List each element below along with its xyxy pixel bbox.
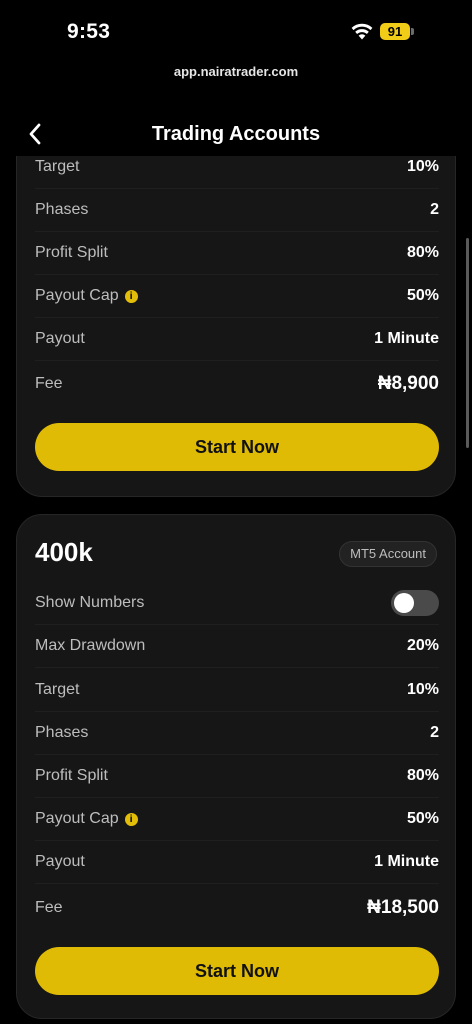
toggle-knob xyxy=(394,593,414,613)
account-size: 400k xyxy=(35,537,93,567)
url-bar[interactable]: app.nairatrader.com xyxy=(0,64,472,79)
row-label: Show Numbers xyxy=(35,594,145,611)
accounts-list[interactable]: Target 10% Phases 2 Profit Split 80% Pay… xyxy=(0,156,472,1024)
row-profit-split: Profit Split 80% xyxy=(35,755,439,798)
row-label-text: Payout Cap xyxy=(35,810,119,827)
battery-level: 91 xyxy=(387,24,403,39)
row-max-drawdown: Max Drawdown 20% xyxy=(35,625,439,668)
row-payout: Payout 1 Minute xyxy=(35,318,439,361)
row-show-numbers: Show Numbers xyxy=(35,582,439,625)
row-value: 1 Minute xyxy=(374,853,439,870)
row-fee: Fee ₦8,900 xyxy=(35,362,439,405)
row-value: 1 Minute xyxy=(374,330,439,347)
row-label: Target xyxy=(35,681,80,698)
header: Trading Accounts xyxy=(0,110,472,156)
start-now-button[interactable]: Start Now xyxy=(35,423,439,471)
status-time: 9:53 xyxy=(67,20,111,43)
account-card-400k: 400k MT5 Account Show Numbers Max Drawdo… xyxy=(16,514,456,1019)
row-label: Payout xyxy=(35,330,85,347)
row-label: Profit Split xyxy=(35,244,108,261)
row-value: ₦18,500 xyxy=(367,896,439,918)
row-label: Fee xyxy=(35,374,63,392)
row-value: 50% xyxy=(406,810,439,827)
row-target: Target 10% xyxy=(35,156,439,189)
row-label: Payout Cap i xyxy=(35,810,138,828)
row-value: 2 xyxy=(430,724,439,741)
row-label: Payout xyxy=(35,853,85,870)
battery-nub xyxy=(411,28,414,35)
row-value: 10% xyxy=(406,681,439,698)
row-label: Phases xyxy=(35,201,89,218)
row-target: Target 10% xyxy=(35,669,439,712)
row-value: 50% xyxy=(406,287,439,304)
row-value: 2 xyxy=(430,201,439,218)
row-label: Phases xyxy=(35,724,89,741)
row-label-text: Payout Cap xyxy=(35,287,119,304)
row-payout-cap: Payout Cap i 50% xyxy=(35,798,439,841)
row-phases: Phases 2 xyxy=(35,712,439,755)
row-label: Fee xyxy=(35,898,63,916)
row-value: 80% xyxy=(406,767,439,784)
row-label: Profit Split xyxy=(35,767,108,784)
row-phases: Phases 2 xyxy=(35,189,439,232)
row-label: Target xyxy=(35,158,80,175)
page-title: Trading Accounts xyxy=(151,123,321,145)
status-bar: 9:53 91 xyxy=(0,0,472,64)
battery-indicator: 91 xyxy=(380,23,414,40)
show-numbers-toggle[interactable] xyxy=(391,590,439,616)
row-profit-split: Profit Split 80% xyxy=(35,232,439,275)
account-card: Target 10% Phases 2 Profit Split 80% Pay… xyxy=(16,156,456,497)
row-payout: Payout 1 Minute xyxy=(35,841,439,884)
info-icon[interactable]: i xyxy=(124,812,138,826)
start-now-button[interactable]: Start Now xyxy=(35,947,439,995)
wifi-icon xyxy=(351,23,373,40)
row-label: Payout Cap i xyxy=(35,287,138,305)
row-value: ₦8,900 xyxy=(377,372,439,394)
row-value: 10% xyxy=(406,158,439,175)
account-type-badge: MT5 Account xyxy=(339,541,437,567)
info-icon[interactable]: i xyxy=(124,289,138,303)
row-fee: Fee ₦18,500 xyxy=(35,886,439,929)
row-value: 20% xyxy=(406,637,439,654)
row-label: Max Drawdown xyxy=(35,637,146,654)
row-payout-cap: Payout Cap i 50% xyxy=(35,275,439,318)
scrollbar[interactable] xyxy=(466,238,469,448)
screen: 9:53 91 app.nairatrader.com Trading Acco… xyxy=(0,0,472,1024)
row-value: 80% xyxy=(406,244,439,261)
